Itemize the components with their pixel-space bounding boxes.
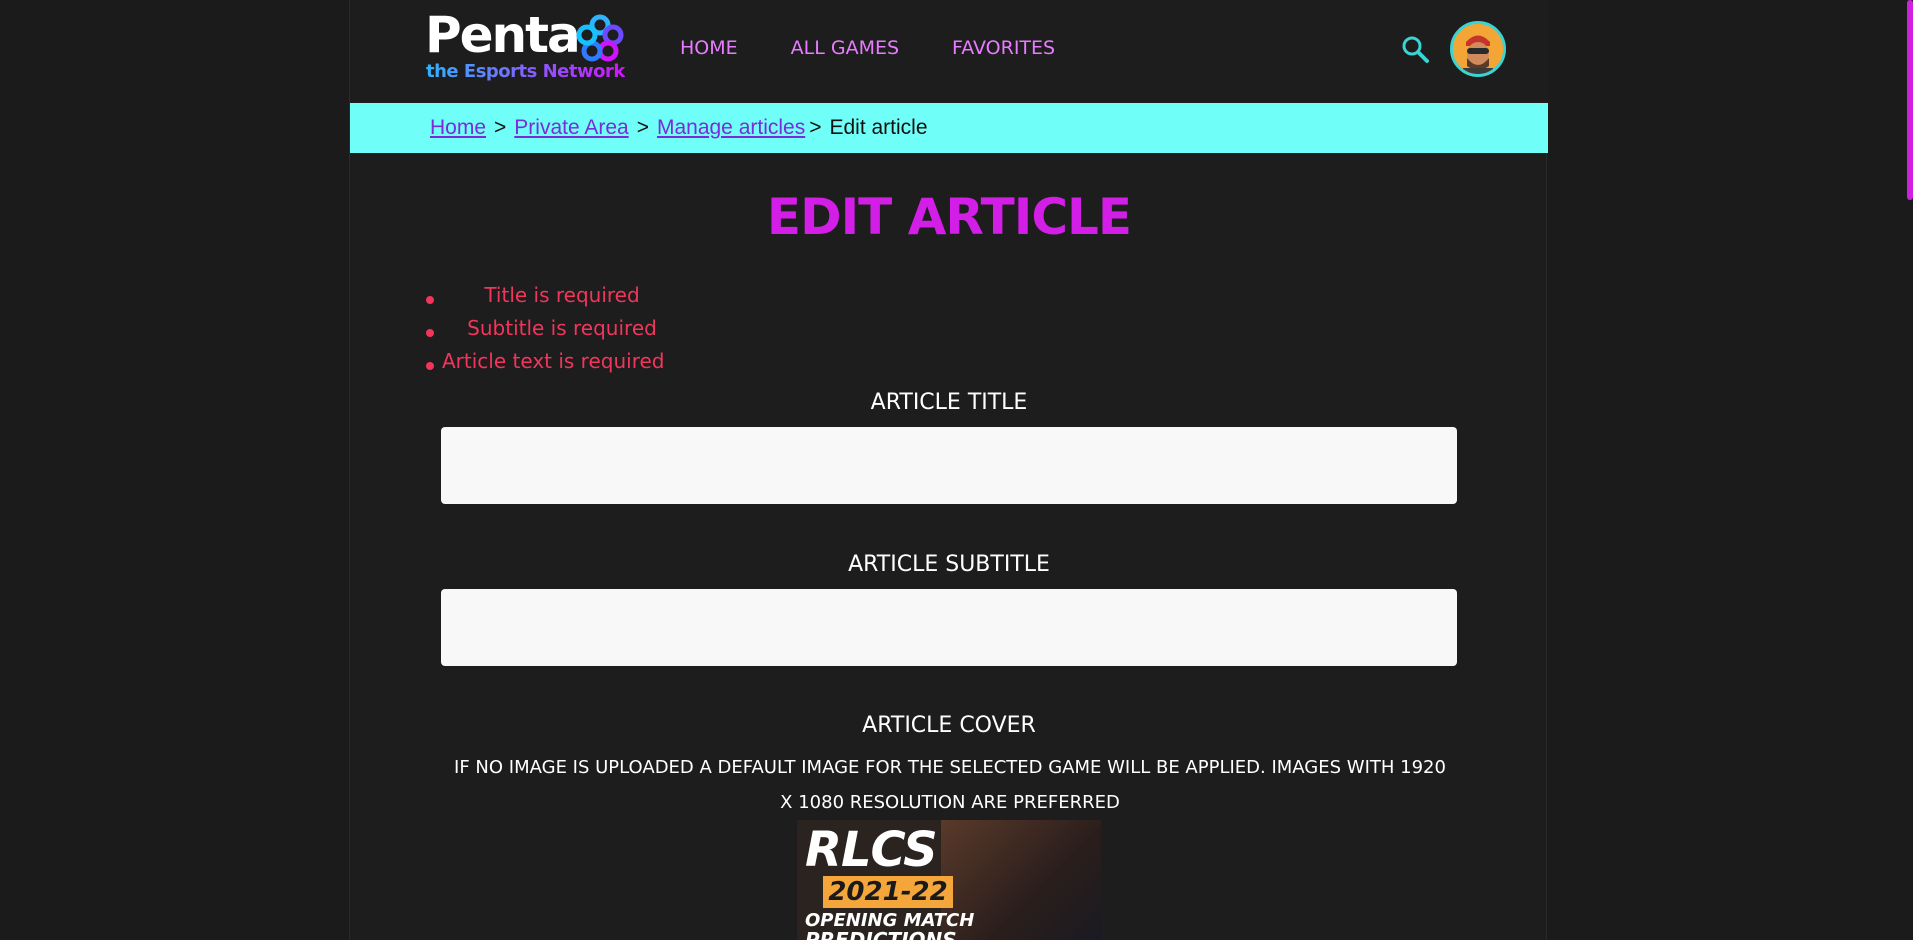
error-subtitle-required: Subtitle is required [467, 316, 657, 340]
breadcrumb-home[interactable]: Home [430, 116, 486, 140]
brand-logo[interactable]: Penta the Esports Network [425, 6, 625, 82]
page-container: Penta the Esports Network HOME ALL GAMES… [349, 0, 1548, 940]
breadcrumb-separator: > [636, 116, 649, 139]
article-cover-image[interactable]: RLCS 2021-22 OPENING MATCH PREDICTIONS [797, 820, 1101, 940]
error-item: Article text is required [426, 349, 682, 382]
avatar[interactable] [1450, 21, 1506, 77]
breadcrumb-separator: > [809, 116, 822, 139]
nav-favorites[interactable]: FAVORITES [952, 37, 1055, 59]
site-header: Penta the Esports Network HOME ALL GAMES… [350, 0, 1548, 103]
nav-all-games[interactable]: ALL GAMES [791, 37, 899, 59]
avatar-icon [1453, 24, 1503, 74]
breadcrumb-separator: > [494, 116, 507, 139]
breadcrumb: Home > Private Area > Manage articles > … [350, 103, 1548, 153]
cover-year: 2021-22 [823, 876, 953, 908]
article-subtitle-input[interactable] [441, 589, 1457, 666]
article-title-label: ARTICLE TITLE [870, 390, 1028, 415]
article-cover-note: IF NO IMAGE IS UPLOADED A DEFAULT IMAGE … [454, 757, 1446, 813]
error-item: Subtitle is required [426, 316, 682, 349]
breadcrumb-private-area[interactable]: Private Area [514, 116, 628, 140]
article-cover-label: ARTICLE COVER [862, 713, 1036, 738]
article-title-input[interactable] [441, 427, 1457, 504]
brand-tagline: the Esports Network [426, 61, 625, 82]
error-title-required: Title is required [484, 283, 640, 307]
breadcrumb-manage-articles[interactable]: Manage articles [657, 116, 805, 140]
error-item: Title is required [426, 283, 682, 316]
cover-title: RLCS [805, 822, 938, 878]
breadcrumb-current: Edit article [829, 116, 928, 139]
brand-name: Penta [425, 6, 581, 64]
article-subtitle-label: ARTICLE SUBTITLE [848, 552, 1050, 577]
error-text-required: Article text is required [442, 349, 665, 373]
page-title: EDIT ARTICLE [766, 188, 1132, 246]
main-nav: HOME ALL GAMES FAVORITES [680, 37, 1108, 59]
cover-subtitle-2: PREDICTIONS [805, 928, 957, 940]
logo-mark-icon [576, 14, 624, 62]
search-icon[interactable] [1400, 34, 1430, 64]
error-list: Title is required Subtitle is required A… [426, 283, 742, 382]
nav-home[interactable]: HOME [680, 37, 738, 59]
page-scrollbar[interactable] [1907, 0, 1913, 200]
